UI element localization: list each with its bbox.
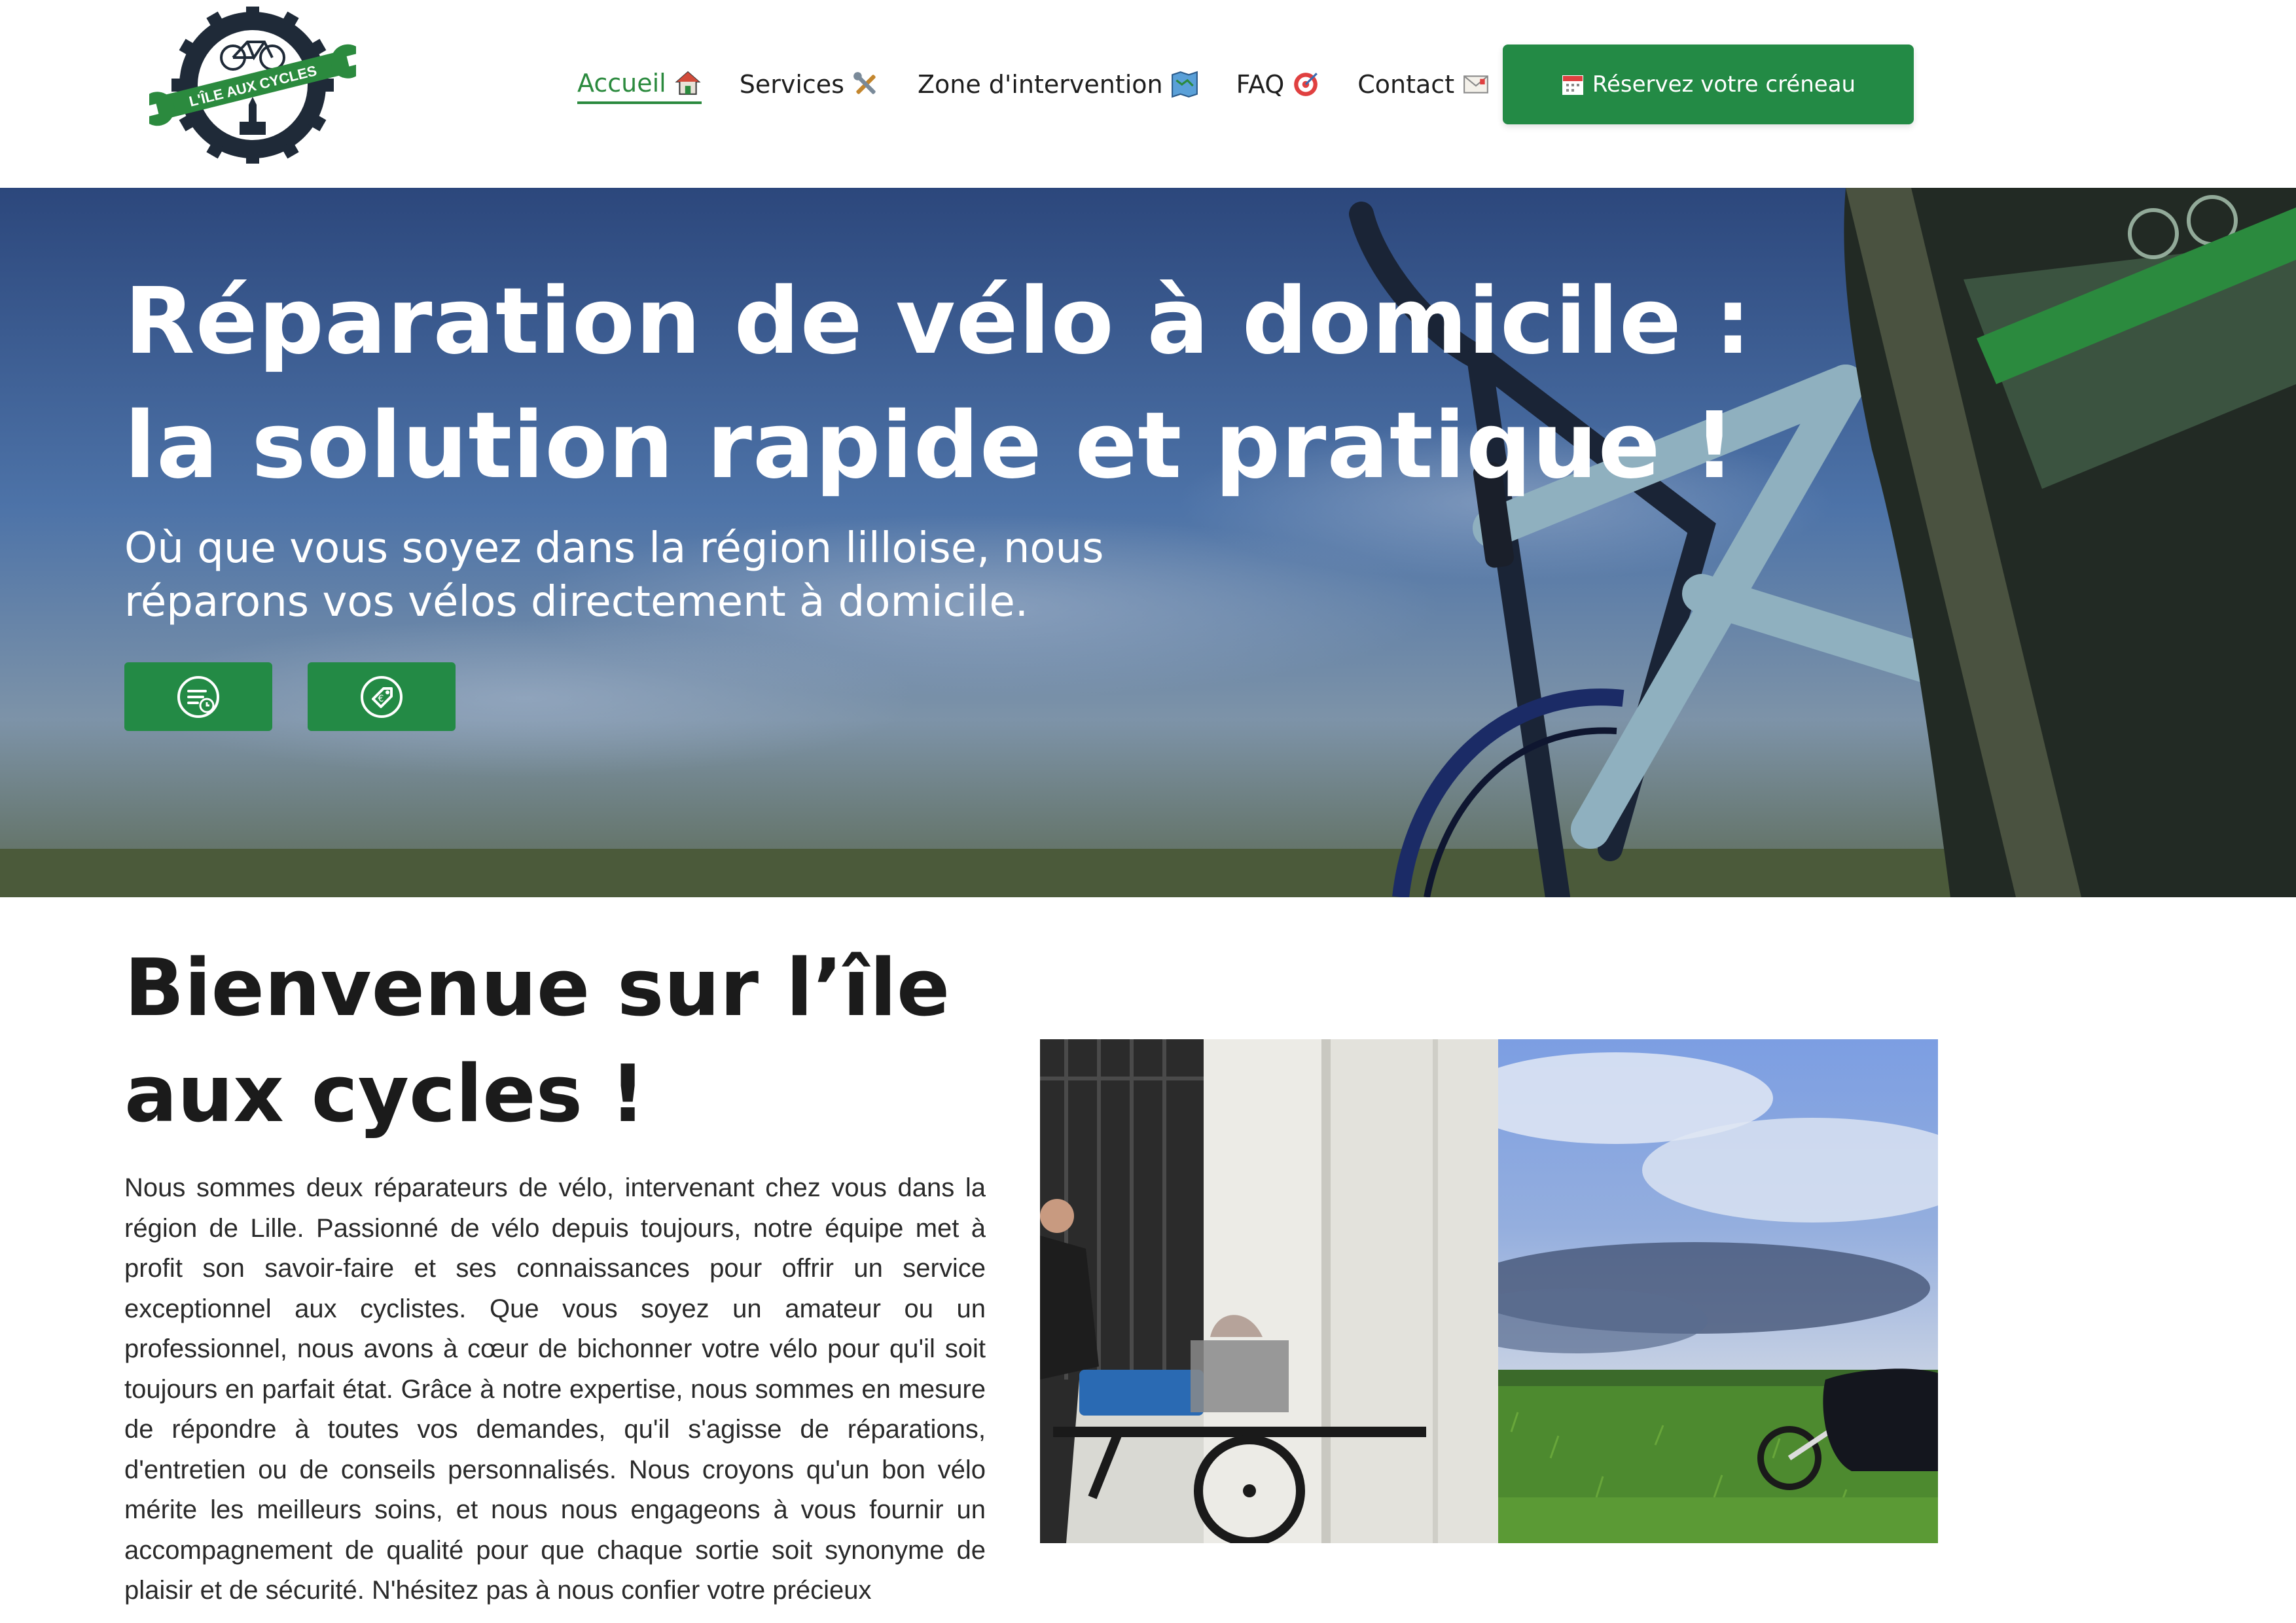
tools-icon — [853, 72, 876, 94]
calendar-icon — [1562, 75, 1583, 95]
envelope-icon — [1463, 75, 1488, 94]
nav-item-label: Contact — [1357, 70, 1455, 99]
quote-document-icon — [177, 675, 219, 718]
nav-item-contact[interactable]: Contact — [1357, 70, 1490, 103]
price-tag-icon: € — [361, 675, 403, 718]
nav-item-label: FAQ — [1236, 70, 1285, 99]
site-logo[interactable]: L'ÎLE AUX CYCLES — [149, 7, 356, 164]
pricing-button[interactable]: € — [308, 662, 456, 731]
main-nav: Accueil Services Zone d'intervention FAQ… — [577, 63, 1528, 110]
nav-item-faq[interactable]: FAQ — [1236, 70, 1320, 103]
book-slot-button[interactable]: Réservez votre créneau — [1503, 45, 1914, 124]
welcome-title: Bienvenue sur l’île aux cycles ! — [124, 943, 950, 1140]
welcome-text: Nous sommes deux réparateurs de vélo, in… — [124, 1173, 986, 1605]
nav-item-label: Zone d'intervention — [917, 70, 1163, 99]
house-icon — [675, 71, 701, 95]
target-icon — [1294, 73, 1318, 96]
photo-bike-in-field — [1498, 1039, 1938, 1543]
book-slot-label: Réservez votre créneau — [1592, 71, 1856, 98]
hero-subtitle: Où que vous soyez dans la région lillois… — [124, 524, 1104, 626]
map-icon — [1171, 71, 1198, 98]
nav-item-label: Accueil — [577, 69, 666, 98]
nav-item-services[interactable]: Services — [740, 70, 880, 103]
photo-mechanic-cargo-bike — [1040, 1039, 1498, 1543]
svg-text:€: € — [378, 694, 384, 704]
nav-item-accueil[interactable]: Accueil — [577, 69, 702, 104]
quote-button[interactable] — [124, 662, 272, 731]
nav-item-label: Services — [739, 70, 844, 99]
site-header: L'ÎLE AUX CYCLES Accueil Services Zone d… — [0, 0, 2296, 188]
hero-title: Réparation de vélo à domicile : la solut… — [124, 268, 1752, 499]
hero-section: Réparation de vélo à domicile : la solut… — [0, 188, 2296, 897]
nav-item-zone[interactable]: Zone d'intervention — [918, 70, 1198, 103]
